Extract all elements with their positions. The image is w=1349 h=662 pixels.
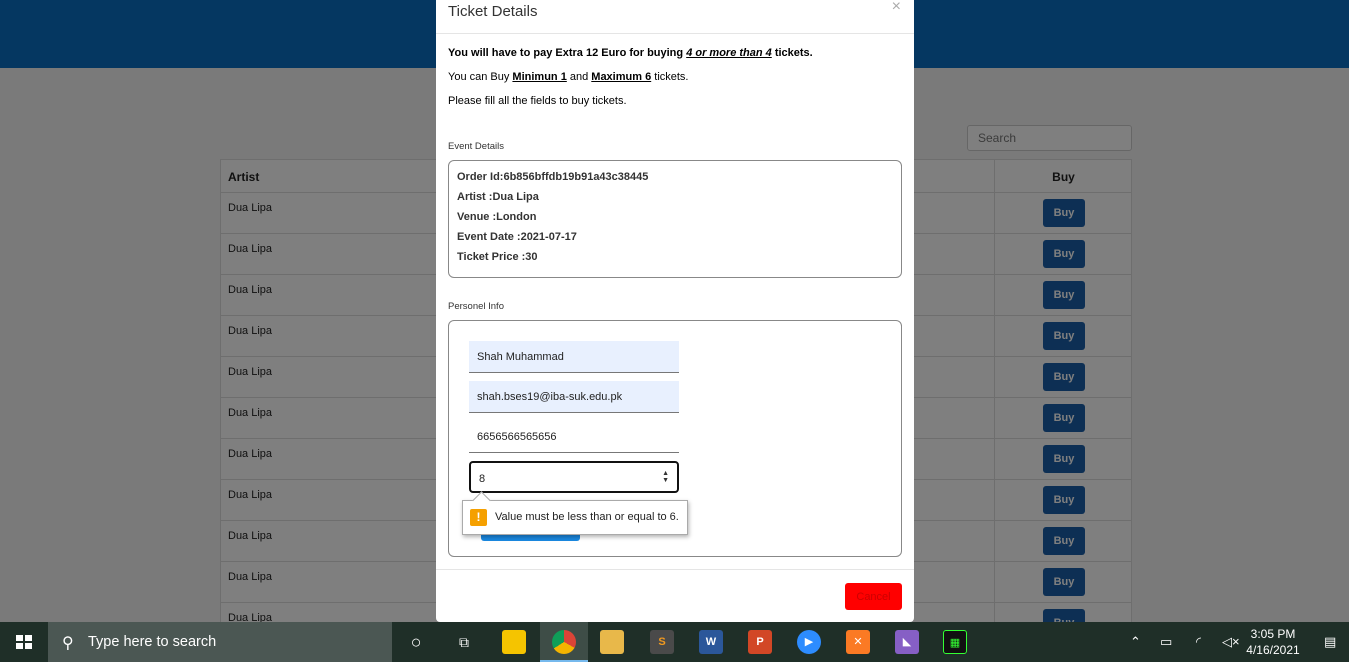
word-icon[interactable]: W (699, 630, 723, 654)
notice-prefix: You will have to pay Extra 12 Euro for b… (448, 47, 687, 59)
artist-line: Artist :Dua Lipa (457, 191, 539, 203)
task-view-icon[interactable]: ⧉ (452, 630, 476, 654)
personal-info-fieldset: Shah Muhammad shah.bses19@iba-suk.edu.pk… (448, 320, 902, 557)
sticky-notes-icon[interactable] (502, 630, 526, 654)
validation-message: Value must be less than or equal to 6. (495, 511, 679, 523)
warning-icon: ! (470, 509, 487, 526)
venue-line: Venue :London (457, 211, 537, 223)
start-button[interactable] (0, 622, 48, 662)
terminal-app-icon[interactable]: ▦ (943, 630, 967, 654)
xampp-icon[interactable]: ✕ (846, 630, 870, 654)
limits-suffix: tickets. (651, 71, 689, 83)
sublime-text-icon[interactable]: S (650, 630, 674, 654)
speaker-muted-icon[interactable]: ◁× (1222, 634, 1240, 650)
limits-min: Minimun 1 (512, 71, 567, 83)
powerpoint-icon[interactable]: P (748, 630, 772, 654)
ticket-price-line: Ticket Price :30 (457, 251, 538, 263)
fill-fields-notice: Please fill all the fields to buy ticket… (448, 95, 627, 107)
chevron-up-icon[interactable]: ⌃ (1130, 634, 1141, 650)
order-id: Order Id:6b856bffdb19b91a43c38445 (457, 171, 649, 183)
event-date-line: Event Date :2021-07-17 (457, 231, 577, 243)
notice-emphasis: 4 or more than 4 (686, 47, 772, 59)
cortana-icon[interactable]: ○ (404, 630, 428, 654)
notice-suffix: tickets. (771, 47, 813, 59)
limits-max: Maximum 6 (591, 71, 652, 83)
ticket-limits-notice: You can Buy Minimun 1 and Maximum 6 tick… (448, 71, 689, 83)
clock-date: 4/16/2021 (1246, 643, 1300, 657)
taskbar-search-box[interactable]: ⚲ Type here to search (48, 622, 392, 662)
quantity-stepper[interactable]: 8 ▲ ▼ (469, 461, 679, 493)
battery-icon[interactable]: ▭ (1160, 634, 1172, 650)
ticket-details-modal: Ticket Details × You will have to pay Ex… (436, 0, 914, 622)
phone-field[interactable]: 6656566565656 (469, 421, 679, 453)
event-details-legend: Event Details (448, 141, 504, 152)
spinner-arrows-icon[interactable]: ▲ ▼ (662, 470, 669, 484)
file-explorer-icon[interactable] (600, 630, 624, 654)
modal-header: Ticket Details × (436, 0, 914, 34)
zoom-icon[interactable]: ▶ (797, 630, 821, 654)
clock[interactable]: 3:05 PM 4/16/2021 (1240, 626, 1306, 658)
taskbar-search-text: Type here to search (88, 634, 217, 650)
personal-info-legend: Personel Info (448, 301, 504, 312)
modal-title: Ticket Details (448, 3, 538, 20)
event-details-fieldset: Order Id:6b856bffdb19b91a43c38445 Artist… (448, 160, 902, 278)
quantity-value: 8 (479, 473, 486, 485)
chrome-icon[interactable] (552, 630, 576, 654)
search-icon: ⚲ (62, 635, 74, 652)
windows-taskbar: ⚲ Type here to search ○ ⧉ S W P ▶ ✕ ◣ ▦ … (0, 622, 1349, 662)
extra-fee-notice: You will have to pay Extra 12 Euro for b… (448, 47, 813, 59)
limits-prefix: You can Buy (448, 71, 513, 83)
windows-logo-icon (16, 635, 32, 649)
name-field[interactable]: Shah Muhammad (469, 341, 679, 373)
visual-studio-icon[interactable]: ◣ (895, 630, 919, 654)
clock-time: 3:05 PM (1250, 627, 1296, 641)
wifi-icon[interactable]: ◜ (1196, 634, 1201, 650)
cancel-button[interactable]: Cancel (845, 583, 902, 610)
email-field[interactable]: shah.bses19@iba-suk.edu.pk (469, 381, 679, 413)
limits-and: and (566, 71, 592, 83)
notifications-icon[interactable]: ▤ (1324, 634, 1336, 650)
validation-tooltip: ! Value must be less than or equal to 6. (462, 500, 688, 535)
close-icon[interactable]: × (892, 0, 901, 16)
modal-footer: Cancel (436, 569, 914, 622)
